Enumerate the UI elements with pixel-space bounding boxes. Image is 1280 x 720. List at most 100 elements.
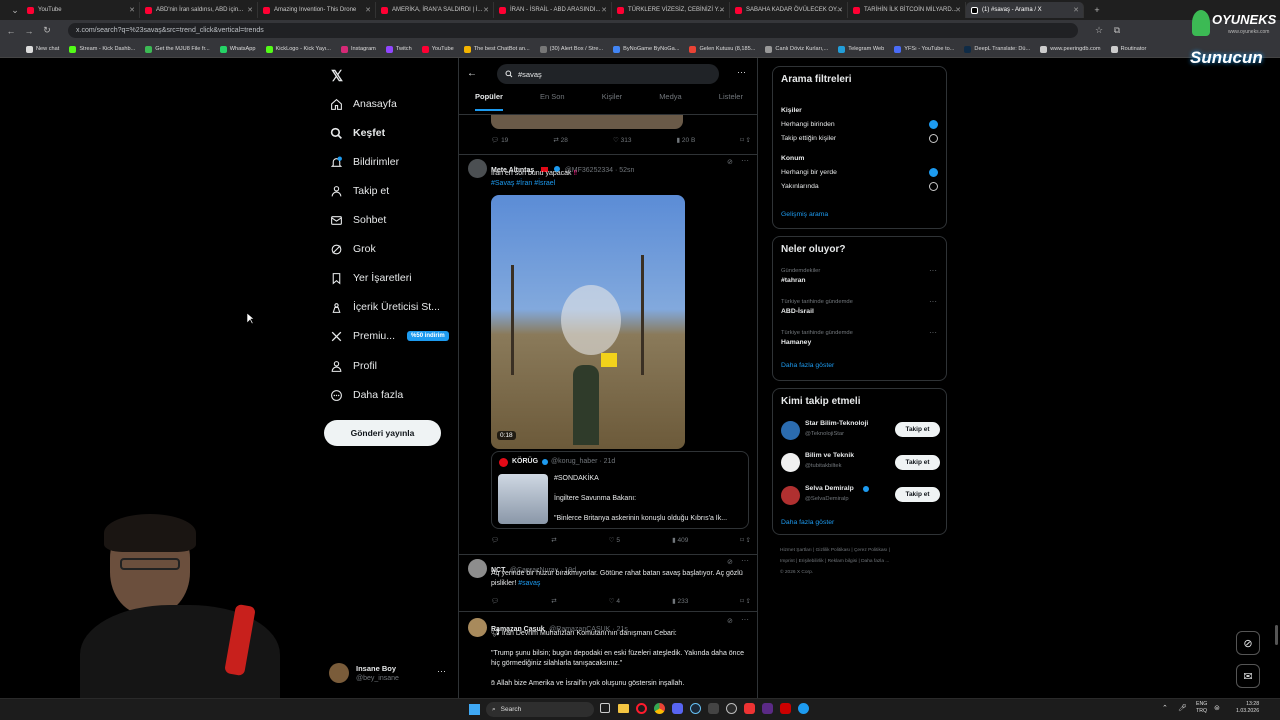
more-dots-icon[interactable]: ··· bbox=[741, 556, 749, 565]
bookmark[interactable]: Canlı Döviz Kurları,... bbox=[765, 45, 828, 53]
bookmark[interactable]: Get the MJU8 File fr... bbox=[145, 45, 210, 53]
bookmark[interactable]: YFSı - YouTube to... bbox=[894, 45, 954, 53]
like-button[interactable]: ♡ 4 bbox=[609, 597, 620, 605]
browser-tab[interactable]: TÜRKLERE VİZESİZ, CEBİNİZİ Y... ✕ bbox=[612, 2, 730, 18]
bookmark-button[interactable]: ⌑ ⇪ bbox=[740, 136, 751, 144]
wifi-icon[interactable]: ⊜ bbox=[1214, 704, 1220, 712]
show-more-link[interactable]: Daha fazla göster bbox=[781, 362, 834, 369]
nav-explore[interactable]: Keşfet bbox=[330, 123, 385, 143]
footer-link[interactable]: Gizlilik Politikası bbox=[816, 548, 850, 553]
bookmark[interactable]: Instagram bbox=[340, 45, 376, 53]
x-logo-icon[interactable]: 𝕏 bbox=[331, 67, 343, 85]
app-icon[interactable] bbox=[744, 703, 755, 714]
advanced-search-link[interactable]: Gelişmiş arama bbox=[781, 211, 828, 218]
reload-icon[interactable]: ↻ bbox=[40, 25, 54, 36]
tweet[interactable]: 💬︎ 19 ⇄ 28 ♡ 313 ▮ 20 B ⌑ ⇪ bbox=[459, 115, 757, 155]
app-icon[interactable] bbox=[708, 703, 719, 714]
bookmark[interactable]: www.peeringdb.com bbox=[1040, 45, 1101, 53]
more-dots-icon[interactable]: ··· bbox=[929, 328, 937, 337]
like-button[interactable]: ♡ 5 bbox=[609, 536, 620, 544]
bookmark[interactable]: Stream - Kick Dashb... bbox=[69, 45, 135, 53]
app-icon[interactable] bbox=[780, 703, 791, 714]
messages-floating-button[interactable]: ✉ bbox=[1236, 664, 1260, 688]
trend-item[interactable]: #tahran bbox=[781, 277, 806, 284]
nav-home[interactable]: Anasayfa bbox=[330, 94, 397, 114]
footer-link[interactable]: Daha fazla ... bbox=[861, 559, 889, 564]
quoted-tweet[interactable]: KÖRÜG @korug_haber · 21d #SONDAKİKA İngi… bbox=[491, 451, 749, 529]
bookmark[interactable]: ByNoGame ByNoGa... bbox=[613, 45, 679, 53]
close-icon[interactable]: ✕ bbox=[483, 6, 489, 14]
nav-premium[interactable]: Premiu... %50 indirim bbox=[330, 326, 449, 346]
follow-button[interactable]: Takip et bbox=[895, 455, 940, 470]
radio-anywhere[interactable] bbox=[929, 168, 938, 177]
close-icon[interactable]: ✕ bbox=[837, 6, 843, 14]
tweet[interactable]: Mete Altıntaş @MF36252334 · 52sn ⊘ ··· İ… bbox=[459, 155, 757, 555]
views-button[interactable]: ▮ 409 bbox=[672, 536, 688, 544]
extensions-icon[interactable]: ⧉ bbox=[1110, 25, 1124, 36]
search-input[interactable]: #savaş bbox=[497, 64, 719, 84]
browser-tab[interactable]: YouTube ✕ bbox=[22, 2, 140, 18]
nav-grok[interactable]: Grok bbox=[330, 239, 376, 259]
clock[interactable]: 13:28 1.03.2026 bbox=[1236, 701, 1259, 715]
url-input[interactable]: x.com/search?q=%23savaş&src=trend_click&… bbox=[68, 23, 1078, 38]
bookmark-star-icon[interactable]: ☆ bbox=[1092, 25, 1106, 36]
bookmark[interactable]: New chat bbox=[26, 45, 59, 53]
close-icon[interactable]: ✕ bbox=[719, 6, 725, 14]
close-icon[interactable]: ✕ bbox=[129, 6, 135, 14]
tweet[interactable]: Ramazan Casuk @RamazanCASUK · 21s ⊘ ··· … bbox=[459, 612, 757, 698]
radio-people-you-follow[interactable] bbox=[929, 134, 938, 143]
grok-floating-button[interactable]: ⊘ bbox=[1236, 631, 1260, 655]
tweet[interactable]: NCT @CaprazNuray · 19d ⊘ ··· Aq yerinde … bbox=[459, 555, 757, 612]
more-dots-icon[interactable]: ··· bbox=[741, 156, 749, 165]
trend-item[interactable]: Hamaney bbox=[781, 339, 811, 346]
browser-tab[interactable]: ABD'nin İran saldırısı, ABD için... ✕ bbox=[140, 2, 258, 18]
retweet-button[interactable]: ⇄ bbox=[551, 597, 556, 605]
tab-lists[interactable]: Listeler bbox=[719, 92, 743, 111]
bookmark[interactable]: DeepL Translate: Dü... bbox=[964, 45, 1030, 53]
bookmark[interactable]: Routinator bbox=[1110, 45, 1146, 53]
show-more-link[interactable]: Daha fazla göster bbox=[781, 519, 834, 526]
reply-button[interactable]: 💬︎ bbox=[491, 536, 499, 544]
app-icon[interactable] bbox=[798, 703, 809, 714]
more-dots-icon[interactable]: ··· bbox=[929, 297, 937, 306]
tab-media[interactable]: Medya bbox=[659, 92, 682, 111]
follow-button[interactable]: Takip et bbox=[895, 487, 940, 502]
close-icon[interactable]: ✕ bbox=[1073, 6, 1079, 14]
tab-search-icon[interactable]: ⌄ bbox=[8, 5, 22, 16]
reply-button[interactable]: 💬︎ bbox=[491, 597, 499, 605]
forward-icon[interactable]: → bbox=[22, 26, 36, 36]
views-button[interactable]: ▮ 233 bbox=[672, 597, 688, 605]
windows-start-icon[interactable] bbox=[469, 704, 480, 715]
retweet-button[interactable]: ⇄ bbox=[551, 536, 556, 544]
browser-tab-active[interactable]: (1) #savaş - Arama / X ✕ bbox=[966, 2, 1084, 18]
browser-tab[interactable]: Amazing Invention- This Drone ✕ bbox=[258, 2, 376, 18]
back-arrow-icon[interactable]: ← bbox=[467, 68, 477, 79]
bookmark[interactable]: Telegram Web bbox=[838, 45, 884, 53]
like-button[interactable]: ♡ 313 bbox=[613, 136, 632, 144]
radio-near-you[interactable] bbox=[929, 182, 938, 191]
nav-follow[interactable]: Takip et bbox=[330, 181, 389, 201]
more-dots-icon[interactable]: ··· bbox=[929, 266, 937, 275]
tweet-video[interactable]: 0:18 bbox=[491, 195, 685, 449]
more-dots-icon[interactable]: ··· bbox=[741, 615, 749, 624]
more-dots-icon[interactable]: ··· bbox=[737, 67, 746, 77]
tray-icon[interactable]: 🎤︎ bbox=[1178, 704, 1187, 712]
tray-chevron-icon[interactable]: ⌃ bbox=[1162, 704, 1168, 712]
browser-tab[interactable]: TARİHİN İLK BİTCOİN MİLYARD... ✕ bbox=[848, 2, 966, 18]
bookmark[interactable]: WhatsApp bbox=[219, 45, 256, 53]
close-icon[interactable]: ✕ bbox=[247, 6, 253, 14]
footer-link[interactable]: Hizmet Şartları bbox=[780, 548, 812, 553]
bookmark-button[interactable]: ⌑ ⇪ bbox=[740, 536, 751, 544]
browser-tab[interactable]: AMERİKA, İRAN'A SALDIRDI | İ... ✕ bbox=[376, 2, 494, 18]
task-view-icon[interactable] bbox=[600, 703, 610, 713]
retweet-button[interactable]: ⇄ 28 bbox=[553, 136, 568, 144]
nav-notifications[interactable]: Bildirimler bbox=[330, 152, 399, 172]
tab-latest[interactable]: En Son bbox=[540, 92, 565, 111]
bookmark[interactable]: The best ChatBot an... bbox=[463, 45, 530, 53]
footer-link[interactable]: Imprint bbox=[780, 559, 795, 564]
bookmark[interactable]: (30) Alert Box / Stre... bbox=[539, 45, 603, 53]
reply-button[interactable]: 💬︎ 19 bbox=[491, 136, 508, 144]
tab-popular[interactable]: Popüler bbox=[475, 92, 503, 111]
close-icon[interactable]: ✕ bbox=[955, 6, 961, 14]
grok-icon[interactable]: ⊘ bbox=[727, 158, 733, 166]
